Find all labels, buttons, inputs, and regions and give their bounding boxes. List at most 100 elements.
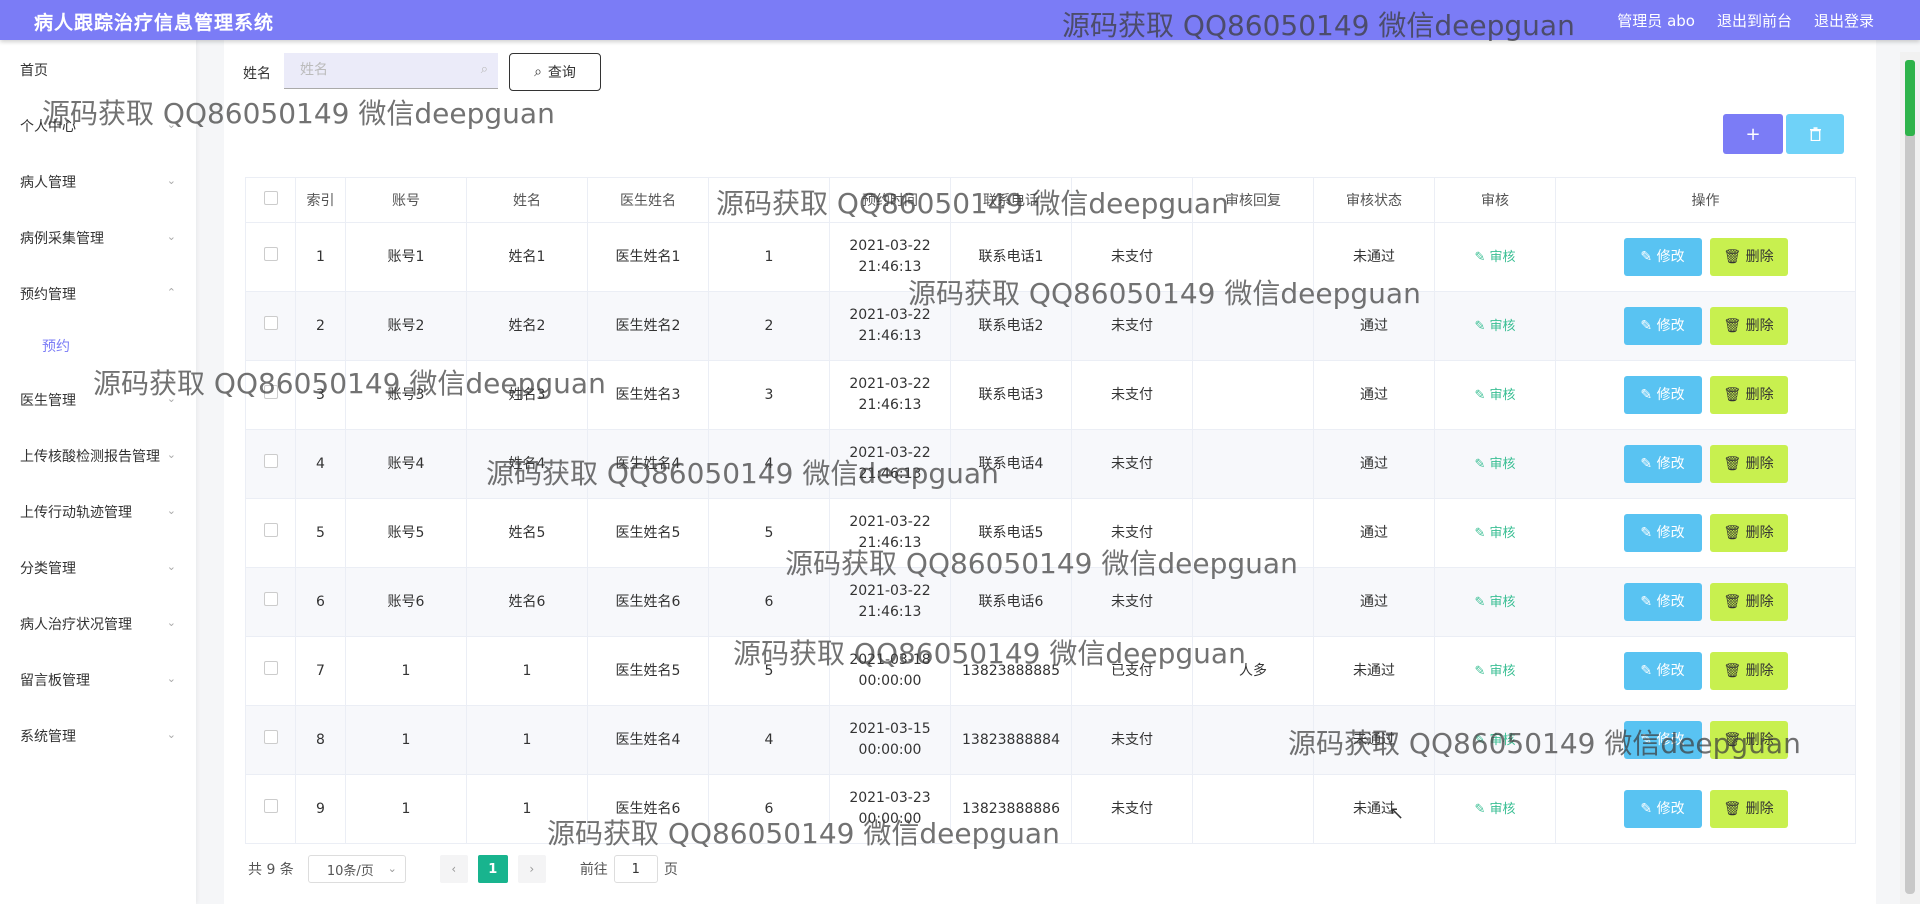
page-number-current[interactable]: 1 [477, 855, 508, 883]
sidebar-item[interactable]: 医生管理 ⌄ [20, 390, 176, 410]
page-size-select[interactable]: 10条/页 ⌄ [307, 855, 406, 883]
row-checkbox[interactable] [263, 522, 278, 537]
row-select-cell[interactable] [245, 429, 296, 499]
edit-button[interactable]: ✎ 修改 [1623, 445, 1702, 483]
sidebar-item[interactable]: 病人管理 ⌄ [20, 172, 176, 192]
cell-index: 7 [295, 636, 346, 706]
edit-button[interactable]: ✎ 修改 [1623, 376, 1702, 414]
row-checkbox[interactable] [263, 246, 278, 261]
cell-actions: ✎ 修改 🗑 删除 [1555, 774, 1856, 844]
edit-pencil-icon: ✎ [1474, 387, 1490, 403]
audit-link[interactable]: ✎ 审核 [1474, 595, 1515, 610]
row-checkbox[interactable] [263, 453, 278, 468]
sidebar-item[interactable]: 预约管理 ⌃ [20, 284, 176, 304]
row-select-cell[interactable] [245, 360, 296, 430]
back-to-front-link[interactable]: 退出到前台 [1717, 10, 1792, 31]
audit-link[interactable]: ✎ 审核 [1474, 733, 1515, 748]
cell-status: 通过 [1313, 498, 1435, 568]
delete-button[interactable]: 🗑 删除 [1709, 790, 1788, 828]
add-button[interactable]: + [1723, 114, 1783, 154]
chevron-down-icon: ⌄ [387, 862, 397, 875]
delete-button[interactable]: 🗑 删除 [1709, 376, 1788, 414]
select-all-cell[interactable] [245, 177, 296, 223]
query-button[interactable]: ⌕ 查询 [509, 53, 601, 91]
audit-link[interactable]: ✎ 审核 [1474, 526, 1515, 541]
delete-button[interactable]: 🗑 删除 [1709, 514, 1788, 552]
delete-button[interactable]: 🗑 删除 [1709, 238, 1788, 276]
row-checkbox[interactable] [263, 315, 278, 330]
sidebar-item[interactable]: 个人中心 ⌄ [20, 116, 176, 136]
row-select-cell[interactable] [245, 498, 296, 568]
column-header: 医生姓名 [587, 177, 709, 223]
batch-delete-button[interactable] [1786, 114, 1844, 154]
row-checkbox[interactable] [263, 384, 278, 399]
total-count: 共 9 条 [248, 862, 294, 878]
audit-link[interactable]: ✎ 审核 [1474, 457, 1515, 472]
cell-account: 1 [345, 774, 467, 844]
audit-link[interactable]: ✎ 审核 [1474, 319, 1515, 334]
sidebar-subitem-appointment[interactable]: 预约 [42, 336, 70, 356]
audit-link[interactable]: ✎ 审核 [1474, 802, 1515, 817]
search-icon: ⌕ [534, 64, 542, 80]
row-select-cell[interactable] [245, 636, 296, 706]
delete-button[interactable]: 🗑 删除 [1709, 583, 1788, 621]
row-checkbox[interactable] [263, 729, 278, 744]
select-all-checkbox[interactable] [263, 191, 278, 205]
edit-button[interactable]: ✎ 修改 [1623, 238, 1702, 276]
edit-button[interactable]: ✎ 修改 [1623, 307, 1702, 345]
delete-button-label: 删除 [1745, 594, 1774, 610]
sidebar-item[interactable]: 病例采集管理 ⌄ [20, 228, 176, 248]
edit-pencil-icon: ✎ [1640, 249, 1657, 265]
row-checkbox[interactable] [263, 660, 278, 675]
sidebar-item[interactable]: 分类管理 ⌄ [20, 558, 176, 578]
edit-button[interactable]: ✎ 修改 [1623, 652, 1702, 690]
row-select-cell[interactable] [245, 567, 296, 637]
sidebar-item[interactable]: 系统管理 ⌄ [20, 726, 176, 746]
sidebar-item[interactable]: 上传行动轨迹管理 ⌄ [20, 502, 176, 522]
edit-button[interactable]: ✎ 修改 [1623, 514, 1702, 552]
edit-button[interactable]: ✎ 修改 [1623, 721, 1702, 759]
row-select-cell[interactable] [245, 222, 296, 292]
edit-button[interactable]: ✎ 修改 [1623, 790, 1702, 828]
row-select-cell[interactable] [245, 705, 296, 775]
chevron-right-icon: › [529, 862, 535, 876]
row-select-cell[interactable] [245, 774, 296, 844]
sidebar-item[interactable]: 病人治疗状况管理 ⌄ [20, 614, 176, 634]
cell-account: 账号1 [345, 222, 467, 292]
scrollbar-handle[interactable] [1905, 60, 1915, 136]
cell-status: 通过 [1313, 360, 1435, 430]
search-input[interactable] [298, 61, 472, 79]
sidebar-item[interactable]: 留言板管理 ⌄ [20, 670, 176, 690]
search-box[interactable]: ⌕ [284, 53, 498, 89]
sidebar-item[interactable]: 上传核酸检测报告管理 ⌄ [20, 446, 176, 466]
row-select-cell[interactable] [245, 291, 296, 361]
sidebar-item[interactable]: 首页 [20, 60, 176, 80]
trash-icon: 🗑 [1723, 318, 1746, 334]
trash-icon: 🗑 [1723, 456, 1746, 472]
cell-index: 2 [295, 291, 346, 361]
chevron-down-icon: ⌄ [166, 672, 176, 685]
delete-button[interactable]: 🗑 删除 [1709, 445, 1788, 483]
audit-link[interactable]: ✎ 审核 [1474, 664, 1515, 679]
chevron-left-icon: ‹ [451, 862, 457, 876]
edit-button-label: 修改 [1656, 663, 1685, 679]
delete-button[interactable]: 🗑 删除 [1709, 721, 1788, 759]
goto-page-input[interactable]: 1 [613, 855, 658, 883]
logout-link[interactable]: 退出登录 [1814, 10, 1874, 31]
cell-time: 2021-03-22 21:46:13 [829, 498, 951, 568]
delete-button[interactable]: 🗑 删除 [1709, 652, 1788, 690]
prev-page-button[interactable]: ‹ [439, 855, 468, 883]
cell-doctor: 医生姓名1 [587, 222, 709, 292]
delete-button[interactable]: 🗑 删除 [1709, 307, 1788, 345]
cell-audit: ✎ 审核 [1434, 291, 1556, 361]
edit-button[interactable]: ✎ 修改 [1623, 583, 1702, 621]
row-checkbox[interactable] [263, 591, 278, 606]
row-checkbox[interactable] [263, 798, 278, 813]
audit-link[interactable]: ✎ 审核 [1474, 250, 1515, 265]
cell-phone: 13823888884 [950, 705, 1072, 775]
scrollbar-thumb[interactable] [1905, 68, 1915, 894]
next-page-button[interactable]: › [517, 855, 546, 883]
sidebar-item-label: 个人中心 [20, 119, 76, 135]
edit-pencil-icon: ✎ [1474, 318, 1490, 334]
audit-link[interactable]: ✎ 审核 [1474, 388, 1515, 403]
